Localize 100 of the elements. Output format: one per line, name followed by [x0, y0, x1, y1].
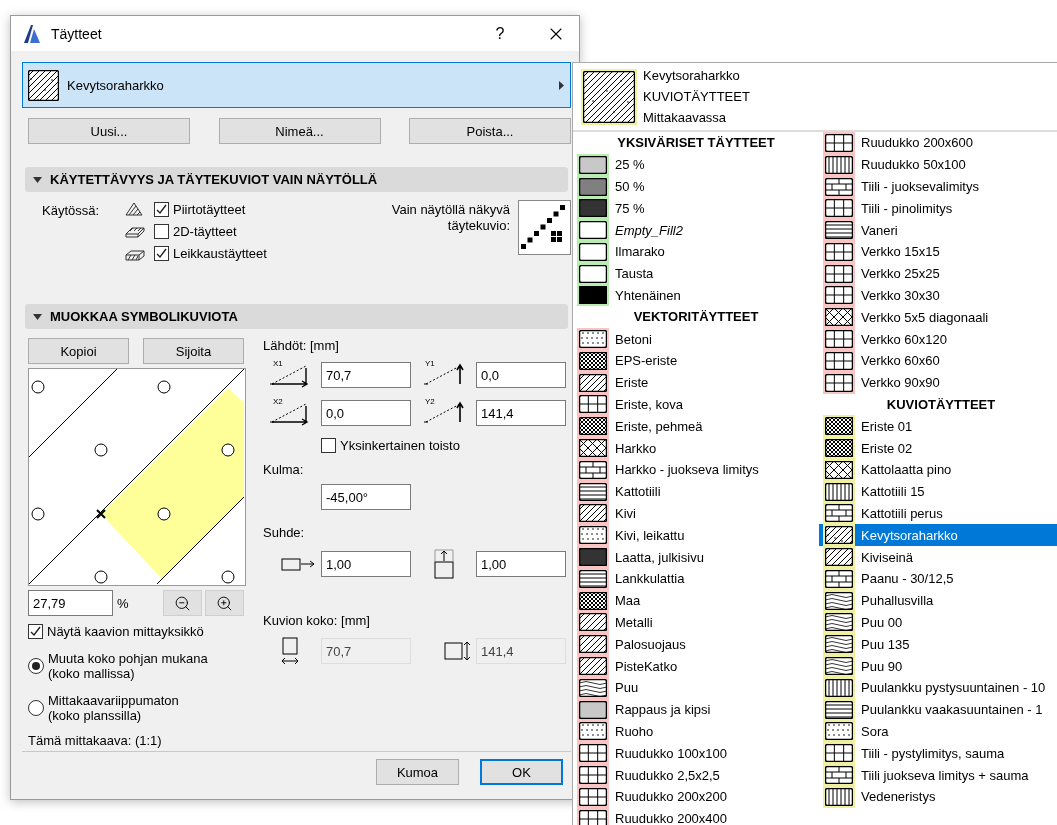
radio-button[interactable] [28, 658, 44, 674]
fill-list-item[interactable]: Ruudukko 100x100 [573, 742, 819, 765]
axis-label: Y2 [425, 397, 435, 406]
action-button[interactable]: Uusi... [28, 118, 190, 144]
fill-list-item[interactable]: Verkko 60x60 [819, 349, 1057, 372]
fill-list-item[interactable]: Verkko 25x25 [819, 262, 1057, 285]
fill-list-item[interactable]: Ruudukko 200x600 [819, 132, 1057, 154]
fill-list-item[interactable]: Sora [819, 720, 1057, 743]
fill-list-item[interactable]: Ruudukko 50x100 [819, 153, 1057, 176]
fill-list-item[interactable]: Verkko 15x15 [819, 241, 1057, 263]
fill-list-item[interactable]: Verkko 30x30 [819, 284, 1057, 307]
fill-list-item[interactable]: Eriste 01 [819, 415, 1057, 438]
dialog-button[interactable]: OK [480, 759, 563, 785]
action-button[interactable]: Poista... [409, 118, 571, 144]
fill-list-item[interactable]: Tiili - pinolimitys [819, 197, 1057, 220]
fill-list-item[interactable]: Verkko 60x120 [819, 328, 1057, 350]
fill-list-item[interactable]: Puu 00 [819, 611, 1057, 634]
fill-list-item[interactable]: Tausta [573, 262, 819, 285]
fill-list-item[interactable]: Ruoho [573, 720, 819, 743]
fill-list-item[interactable]: Vaneri [819, 219, 1057, 241]
section-header[interactable]: MUOKKAA SYMBOLIKUVIOTA [25, 304, 568, 329]
fill-list-item[interactable]: Kattolaatta pino [819, 458, 1057, 481]
fill-list-item[interactable]: PisteKatko [573, 655, 819, 677]
zoom-in-button[interactable] [205, 590, 244, 616]
dialog-button[interactable]: Kumoa [376, 759, 459, 785]
fill-list-item[interactable]: Puulankku vaakasuuntainen - 1 [819, 698, 1057, 721]
fill-list-item[interactable]: Puulankku pystysuuntainen - 10 [819, 676, 1057, 699]
screen-pattern-preview[interactable] [518, 200, 571, 255]
offset-field[interactable]: 0,0 [476, 362, 566, 388]
fill-list-item[interactable]: Kattotiili 15 [819, 480, 1057, 503]
ratio-field[interactable]: 1,00 [321, 551, 411, 577]
fill-list-item[interactable]: Palosuojaus [573, 633, 819, 656]
checkbox[interactable] [321, 438, 336, 453]
fill-list-item[interactable]: Eriste, pehmeä [573, 415, 819, 438]
help-button[interactable]: ? [477, 24, 523, 43]
checkbox[interactable] [28, 624, 43, 639]
fill-list-item[interactable]: Betoni [573, 328, 819, 350]
fill-list-item[interactable]: Kivi [573, 502, 819, 525]
fill-list-item[interactable]: Ilmarako [573, 241, 819, 263]
offset-field[interactable]: 0,0 [321, 400, 411, 426]
fill-list-item[interactable]: Puu 135 [819, 633, 1057, 656]
offset-field[interactable]: 70,7 [321, 362, 411, 388]
fill-list-item[interactable]: EPS-eriste [573, 349, 819, 372]
fill-list-item[interactable]: Eriste, kova [573, 393, 819, 416]
fill-list-item[interactable]: Kiviseinä [819, 546, 1057, 568]
zoom-out-button[interactable] [163, 590, 202, 616]
fill-info-text: KUVIOTÄYTTEET [643, 88, 750, 106]
fill-list-item[interactable]: Harkko [573, 437, 819, 459]
fill-list-item[interactable]: Lankkulattia [573, 567, 819, 590]
field-label: Käytössä: [42, 202, 101, 220]
fill-list-item[interactable]: Maa [573, 589, 819, 612]
field-label: Vain näytöllä näkyvä täytekuvio: [390, 201, 510, 235]
fill-list-item[interactable]: Metalli [573, 611, 819, 634]
fill-list-item[interactable]: Eriste 02 [819, 437, 1057, 459]
fill-info-text: Kevytsoraharkko [643, 67, 741, 85]
edit-button[interactable]: Kopioi [28, 338, 129, 364]
fill-list-item[interactable]: Empty_Fill2 [573, 219, 819, 241]
fill-list-item[interactable]: Eriste [573, 371, 819, 394]
fill-list-item[interactable]: Kattotiili [573, 480, 819, 503]
fill-selector[interactable]: Kevytsoraharkko [22, 62, 571, 108]
pattern-swatch-icon [581, 68, 637, 125]
fill-list-item[interactable]: Puu [573, 676, 819, 699]
triangle-icon [33, 313, 42, 320]
fill-list-item[interactable]: Ruudukko 200x400 [573, 807, 819, 825]
fill-list-item[interactable]: Tiili juokseva limitys + sauma [819, 764, 1057, 786]
fill-list-item[interactable]: Ruudukko 2,5x2,5 [573, 764, 819, 786]
fill-list-item[interactable]: 25 % [573, 153, 819, 176]
triangle-icon [33, 176, 42, 183]
fill-list-item[interactable]: Yhtenäinen [573, 284, 819, 307]
fill-list-item[interactable]: Puhallusvilla [819, 589, 1057, 612]
angle-field[interactable]: -45,00° [321, 484, 411, 510]
fill-list-item[interactable]: Puu 90 [819, 655, 1057, 677]
checkbox[interactable] [154, 245, 169, 261]
radio-button[interactable] [28, 700, 44, 716]
axis-label: X1 [273, 359, 283, 368]
checkbox[interactable] [154, 223, 169, 239]
action-button[interactable]: Nimeä... [218, 118, 381, 144]
fill-list-item[interactable]: Tiili - pystylimitys, sauma [819, 742, 1057, 765]
ratio-field[interactable]: 1,00 [476, 551, 566, 577]
fill-list-item[interactable]: Harkko - juokseva limitys [573, 458, 819, 481]
fill-list-item[interactable]: Kivi, leikattu [573, 524, 819, 547]
fill-list-item[interactable]: Laatta, julkisivu [573, 546, 819, 568]
size-field: 141,4 [476, 638, 566, 664]
fill-list-item[interactable]: Vedeneristys [819, 785, 1057, 808]
fill-list-item[interactable]: 75 % [573, 197, 819, 220]
edit-button[interactable]: Sijoita [143, 338, 244, 364]
fill-list-item[interactable]: Verkko 90x90 [819, 371, 1057, 394]
zoom-field[interactable]: 27,79 [28, 590, 113, 616]
fill-list-item[interactable]: Verkko 5x5 diagonaali [819, 306, 1057, 329]
fill-list-item[interactable]: Rappaus ja kipsi [573, 698, 819, 721]
axis-label: Y1 [425, 359, 435, 368]
section-header[interactable]: KÄYTETTÄVYYS JA TÄYTEKUVIOT VAIN NÄYTÖLLÄ [25, 167, 568, 192]
fill-list-item[interactable]: 50 % [573, 175, 819, 198]
fill-list-item[interactable]: Kevytsoraharkko [819, 524, 1057, 547]
fill-list-item[interactable]: Kattotiili perus [819, 502, 1057, 525]
fill-list-item[interactable]: Ruudukko 200x200 [573, 785, 819, 808]
fill-list-item[interactable]: Tiili - juoksevalimitys [819, 175, 1057, 198]
checkbox[interactable] [154, 201, 169, 217]
fill-list-item[interactable]: Paanu - 30/12,5 [819, 567, 1057, 590]
offset-field[interactable]: 141,4 [476, 400, 566, 426]
